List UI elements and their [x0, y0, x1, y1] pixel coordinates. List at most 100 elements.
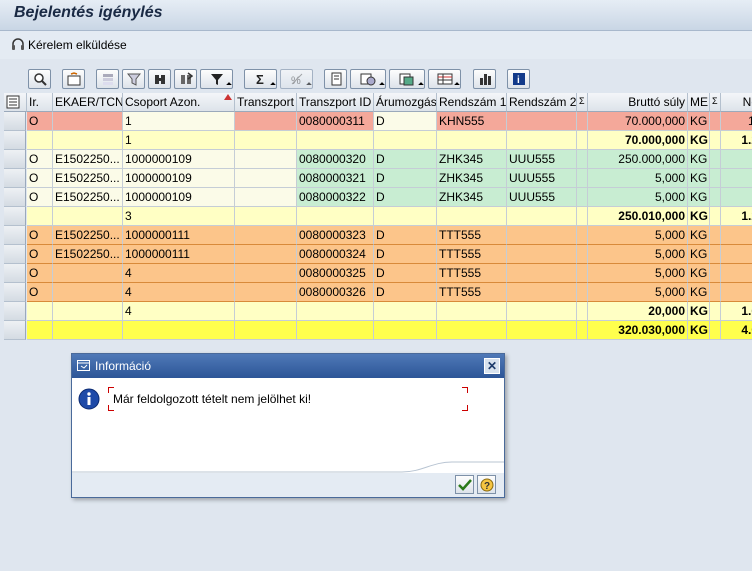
- cell-brutto[interactable]: 5,000: [588, 188, 688, 207]
- cell-ir[interactable]: O: [27, 188, 53, 207]
- cell-rendszam2[interactable]: [507, 302, 577, 321]
- cell-brutto[interactable]: 5,000: [588, 169, 688, 188]
- cell-rendszam1[interactable]: TTT555: [437, 226, 507, 245]
- cell-transzport[interactable]: [235, 112, 297, 131]
- cell-sum2[interactable]: [710, 302, 721, 321]
- cell-sum1[interactable]: [577, 207, 588, 226]
- cell-me[interactable]: KG: [688, 302, 710, 321]
- col-header-ne[interactable]: Ne: [721, 93, 752, 112]
- cell-brutto[interactable]: 5,000: [588, 226, 688, 245]
- cell-sum1[interactable]: [577, 321, 588, 340]
- cell-ekaer[interactable]: E1502250...: [53, 150, 123, 169]
- cell-arumozgas[interactable]: D: [374, 188, 437, 207]
- cell-csoport[interactable]: 1000000109: [123, 150, 235, 169]
- cell-arumozgas[interactable]: [374, 321, 437, 340]
- cell-sum2[interactable]: [710, 283, 721, 302]
- cell-csoport[interactable]: 1: [123, 112, 235, 131]
- cell-ekaer[interactable]: [53, 283, 123, 302]
- cell-sum2[interactable]: [710, 150, 721, 169]
- cell-sum2[interactable]: [710, 188, 721, 207]
- select-all-button[interactable]: [62, 69, 85, 89]
- cell-brutto[interactable]: 70.000,000: [588, 131, 688, 150]
- subtotal-row[interactable]: 4 20,000KG 1.6: [4, 302, 752, 321]
- cell-rendszam2[interactable]: [507, 112, 577, 131]
- cell-rendszam2[interactable]: [507, 321, 577, 340]
- info-button[interactable]: i: [507, 69, 530, 89]
- table-row[interactable]: O 4 0080000326 D TTT555 5,000 KG: [4, 283, 752, 302]
- cell-csoport[interactable]: 4: [123, 302, 235, 321]
- cell-sum1[interactable]: [577, 226, 588, 245]
- cell-sum2[interactable]: [710, 207, 721, 226]
- cell-transzport[interactable]: [235, 302, 297, 321]
- cell-me[interactable]: KG: [688, 131, 710, 150]
- cell-sum1[interactable]: [577, 283, 588, 302]
- table-row[interactable]: O 4 0080000325 D TTT555 5,000 KG: [4, 264, 752, 283]
- cell-ekaer[interactable]: E1502250...: [53, 226, 123, 245]
- cell-csoport[interactable]: 1000000109: [123, 188, 235, 207]
- cell-ne[interactable]: [721, 283, 752, 302]
- filter-button[interactable]: [200, 69, 233, 89]
- cell-rendszam1[interactable]: ZHK345: [437, 188, 507, 207]
- cell-arumozgas[interactable]: [374, 302, 437, 321]
- sum-button[interactable]: Σ: [244, 69, 277, 89]
- cell-transzport-id[interactable]: [297, 207, 374, 226]
- cell-arumozgas[interactable]: [374, 207, 437, 226]
- cell-rendszam1[interactable]: [437, 131, 507, 150]
- cell-me[interactable]: KG: [688, 169, 710, 188]
- table-row[interactable]: O E1502250... 1000000111 0080000323 D TTT555 5…: [4, 226, 752, 245]
- cell-sum2[interactable]: [710, 112, 721, 131]
- cell-transzport-id[interactable]: [297, 131, 374, 150]
- col-header-ir[interactable]: Ir.: [27, 93, 53, 112]
- cell-transzport-id[interactable]: 0080000320: [297, 150, 374, 169]
- cell-rendszam1[interactable]: ZHK345: [437, 150, 507, 169]
- cell-transzport-id[interactable]: 0080000323: [297, 226, 374, 245]
- find-next-button[interactable]: [174, 69, 197, 89]
- cell-ne[interactable]: 4.0: [721, 321, 752, 340]
- cell-rendszam1[interactable]: KHN555: [437, 112, 507, 131]
- cell-rendszam2[interactable]: [507, 283, 577, 302]
- col-header-transzport-id[interactable]: Transzport ID: [297, 93, 374, 112]
- cell-ekaer[interactable]: E1502250...: [53, 245, 123, 264]
- cell-rendszam1[interactable]: [437, 207, 507, 226]
- cell-arumozgas[interactable]: D: [374, 150, 437, 169]
- cell-transzport[interactable]: [235, 283, 297, 302]
- cell-csoport[interactable]: 4: [123, 283, 235, 302]
- cell-ne[interactable]: 1.2: [721, 131, 752, 150]
- cell-brutto[interactable]: 5,000: [588, 245, 688, 264]
- col-header-rendszam2[interactable]: Rendszám 2: [507, 93, 577, 112]
- cell-ir[interactable]: O: [27, 150, 53, 169]
- col-header-rendszam1[interactable]: Rendszám 1: [437, 93, 507, 112]
- cell-brutto[interactable]: 5,000: [588, 283, 688, 302]
- subtotal-row[interactable]: 3 250.010,000KG 1.2: [4, 207, 752, 226]
- cell-ekaer[interactable]: E1502250...: [53, 169, 123, 188]
- sort-ascending-button[interactable]: [96, 69, 119, 89]
- cell-sum2[interactable]: [710, 264, 721, 283]
- cell-transzport-id[interactable]: 0080000325: [297, 264, 374, 283]
- cell-me[interactable]: KG: [688, 226, 710, 245]
- print-preview-button[interactable]: [324, 69, 347, 89]
- cell-brutto[interactable]: 20,000: [588, 302, 688, 321]
- cell-rendszam1[interactable]: TTT555: [437, 283, 507, 302]
- cell-ne[interactable]: [721, 150, 752, 169]
- cell-rendszam2[interactable]: UUU555: [507, 169, 577, 188]
- row-selector[interactable]: [4, 245, 26, 264]
- cell-ne[interactable]: [721, 264, 752, 283]
- cell-sum1[interactable]: [577, 131, 588, 150]
- cell-me[interactable]: KG: [688, 207, 710, 226]
- close-button[interactable]: ✕: [484, 358, 500, 374]
- total-row[interactable]: 320.030,000KG 4.0: [4, 321, 752, 340]
- table-row[interactable]: O E1502250... 1000000111 0080000324 D TTT555 5…: [4, 245, 752, 264]
- cell-transzport-id[interactable]: [297, 302, 374, 321]
- cell-rendszam2[interactable]: [507, 207, 577, 226]
- cell-transzport-id[interactable]: 0080000321: [297, 169, 374, 188]
- sort-descending-button[interactable]: [122, 69, 145, 89]
- cell-me[interactable]: KG: [688, 283, 710, 302]
- cell-transzport-id[interactable]: 0080000322: [297, 188, 374, 207]
- layout-button[interactable]: [428, 69, 461, 89]
- cell-ir[interactable]: [27, 131, 53, 150]
- details-button[interactable]: [28, 69, 51, 89]
- cell-arumozgas[interactable]: D: [374, 112, 437, 131]
- cell-ne[interactable]: 1.: [721, 112, 752, 131]
- cell-brutto[interactable]: 5,000: [588, 264, 688, 283]
- cell-ir[interactable]: [27, 321, 53, 340]
